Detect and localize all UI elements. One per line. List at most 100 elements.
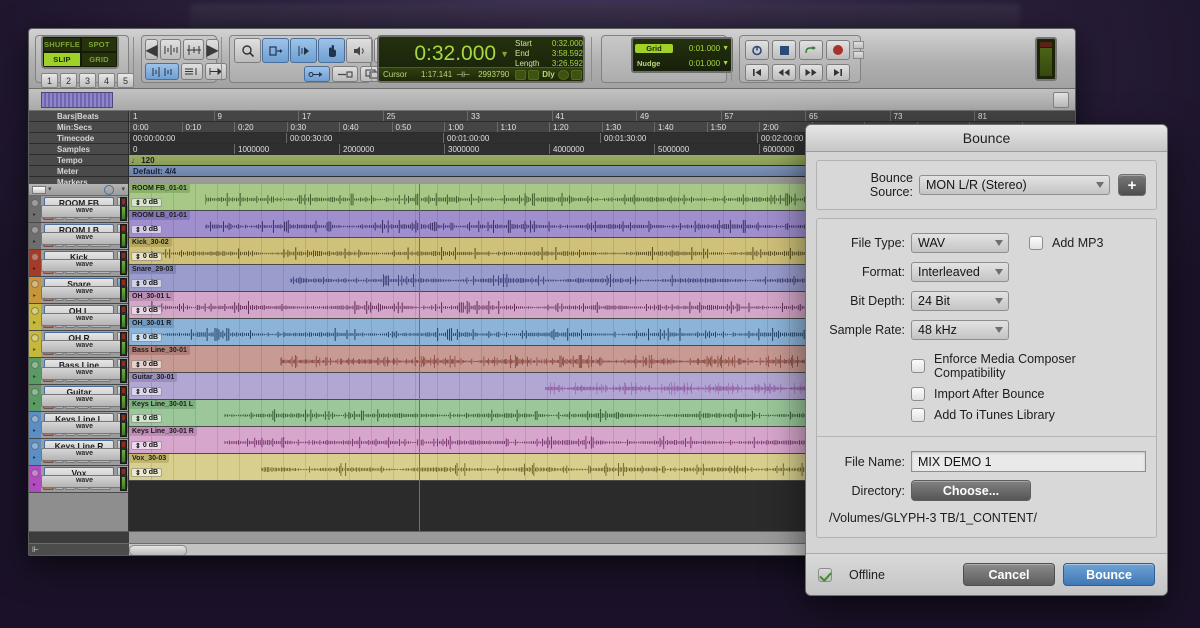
clip-gain-badge[interactable]: ⇕ 0 dB — [131, 387, 163, 396]
import-after-bounce-row[interactable]: Import After Bounce — [911, 387, 1146, 401]
track-control[interactable]: ▸ ROOM LB ▾ I S M wave read — [29, 223, 128, 250]
track-playlist-view-button[interactable]: wave — [41, 340, 128, 353]
track-control[interactable]: ▸ Keys Line R ▾ I S M wave read — [29, 439, 128, 466]
track-color-strip[interactable]: ▸ — [29, 439, 41, 465]
track-record-knob-icon[interactable] — [31, 199, 39, 207]
scroll-left-icon[interactable]: ◀ — [145, 39, 158, 60]
track-record-knob-icon[interactable] — [31, 469, 39, 477]
mode-shuffle[interactable]: SHUFFLE — [43, 37, 81, 52]
scrollbar-resize-icon[interactable]: ⊩ — [32, 545, 39, 554]
track-color-strip[interactable]: ▸ — [29, 250, 41, 276]
transport-option-button-2[interactable] — [853, 51, 864, 59]
track-color-strip[interactable]: ▸ — [29, 196, 41, 222]
transport-go-to-start-button[interactable] — [745, 64, 769, 81]
track-control[interactable]: ▸ Guitar ▾ I S M wave read — [29, 385, 128, 412]
import-after-bounce-checkbox[interactable] — [911, 387, 925, 401]
clip-gain-badge[interactable]: ⇕ 0 dB — [131, 252, 163, 261]
nudge-dropdown-icon[interactable]: ▼ — [722, 60, 729, 67]
transport-go-to-end-button[interactable] — [826, 64, 850, 81]
start-value[interactable]: 0:32.000 — [529, 39, 583, 49]
status-icon-1[interactable] — [570, 69, 582, 80]
track-search-icon[interactable] — [104, 185, 114, 195]
track-control[interactable]: ▸ ROOM FB ▾ I S M wave read — [29, 196, 128, 223]
track-playlist-view-button[interactable]: wave — [41, 394, 128, 407]
track-playlist-view-button[interactable]: wave — [41, 286, 128, 299]
grid-row[interactable]: Grid 0:01.000 ▼ — [635, 41, 729, 56]
track-color-strip[interactable]: ▸ — [29, 331, 41, 357]
transport-return-to-zero-button[interactable] — [745, 40, 769, 60]
mode-spot[interactable]: SPOT — [80, 37, 117, 52]
track-expand-icon[interactable]: ▸ — [33, 319, 36, 326]
mode-grid[interactable]: GRID — [80, 52, 117, 67]
track-playlist-view-button[interactable]: wave — [41, 313, 128, 326]
meter-value[interactable]: Default: 4/4 — [133, 166, 176, 176]
clip-gain-badge[interactable]: ⇕ 0 dB — [131, 306, 163, 315]
zoom-in-waveform-icon[interactable] — [183, 39, 204, 60]
track-expand-icon[interactable]: ▸ — [33, 373, 36, 380]
track-expand-icon[interactable]: ▸ — [33, 265, 36, 272]
zoom-preset-2[interactable]: 2 — [60, 73, 77, 88]
track-control[interactable]: ▸ Kick ▾ I S M wave read — [29, 250, 128, 277]
track-playlist-view-button[interactable]: wave — [41, 421, 128, 434]
track-record-knob-icon[interactable] — [31, 388, 39, 396]
ruler-bars-beats-track[interactable]: 1 9 17 25 33 41 49 57 65 73 81 — [129, 111, 1075, 121]
track-expand-icon[interactable]: ▸ — [33, 346, 36, 353]
enforce-media-composer-row[interactable]: Enforce Media Composer Compatibility — [911, 352, 1146, 380]
status-icon-2[interactable] — [584, 70, 585, 80]
clip-gain-badge[interactable]: ⇕ 0 dB — [131, 360, 163, 369]
transport-record-button[interactable] — [826, 40, 850, 60]
trim-tool-icon[interactable] — [262, 38, 289, 63]
track-color-strip[interactable]: ▸ — [29, 385, 41, 411]
link-edit-play-icon[interactable] — [304, 66, 330, 82]
track-color-strip[interactable]: ▸ — [29, 277, 41, 303]
track-playlist-view-button[interactable]: wave — [41, 475, 128, 488]
offline-checkbox[interactable] — [818, 567, 832, 582]
clip-gain-badge[interactable]: ⇕ 0 dB — [131, 279, 163, 288]
track-color-strip[interactable]: ▸ — [29, 466, 41, 492]
track-playlist-view-button[interactable]: wave — [41, 259, 128, 272]
clip-gain-badge[interactable]: ⇕ 0 dB — [131, 225, 163, 234]
transport-play-button[interactable] — [799, 40, 823, 60]
nudge-row[interactable]: Nudge 0:01.000 ▼ — [635, 56, 729, 71]
scrollbar-thumb[interactable] — [129, 545, 187, 555]
grid-value[interactable]: 0:01.000 — [677, 44, 722, 53]
track-expand-icon[interactable]: ▸ — [33, 211, 36, 218]
cancel-button[interactable]: Cancel — [963, 563, 1055, 586]
clip-gain-badge[interactable]: ⇕ 0 dB — [131, 414, 163, 423]
add-bounce-source-button[interactable]: + — [1118, 174, 1146, 196]
grabber-tool-icon[interactable] — [318, 38, 345, 63]
clip-gain-badge[interactable]: ⇕ 0 dB — [131, 333, 163, 342]
zoom-toggle-button[interactable] — [145, 63, 179, 80]
scroll-right-icon[interactable]: ▶ — [206, 39, 219, 60]
transport-option-button-1[interactable] — [853, 41, 864, 49]
clip-gain-badge[interactable]: ⇕ 0 dB — [131, 441, 163, 450]
track-color-strip[interactable]: ▸ — [29, 358, 41, 384]
clip-gain-badge[interactable]: ⇕ 0 dB — [131, 198, 163, 207]
ruler-bars-beats[interactable]: Bars|Beats 1 9 17 25 33 41 49 57 65 73 81 — [29, 111, 1075, 122]
tempo-value[interactable]: 120 — [141, 156, 154, 165]
track-expand-icon[interactable]: ▸ — [33, 427, 36, 434]
nudge-value[interactable]: 0:01.000 — [677, 59, 722, 68]
trim-display-icon[interactable] — [528, 69, 540, 80]
link-track-edit-icon[interactable] — [332, 66, 358, 82]
track-record-knob-icon[interactable] — [31, 415, 39, 423]
file-type-select[interactable]: WAV — [911, 233, 1009, 253]
bit-depth-select[interactable]: 24 Bit — [911, 291, 1009, 311]
track-height-icon[interactable] — [181, 63, 203, 80]
grid-nudge-display[interactable]: Grid 0:01.000 ▼ Nudge 0:01.000 ▼ — [631, 37, 733, 73]
track-record-knob-icon[interactable] — [31, 280, 39, 288]
track-control[interactable]: ▸ OH R ▾ I S M wave read — [29, 331, 128, 358]
file-name-input[interactable]: MIX DEMO 1 — [911, 451, 1146, 472]
zoomer-tool-icon[interactable] — [234, 38, 261, 63]
track-expand-icon[interactable]: ▸ — [33, 400, 36, 407]
add-to-itunes-checkbox[interactable] — [911, 408, 925, 422]
track-record-knob-icon[interactable] — [31, 307, 39, 315]
choose-directory-button[interactable]: Choose... — [911, 480, 1031, 501]
transport-rewind-button[interactable] — [772, 64, 796, 81]
overview-toggle-button[interactable] — [1053, 92, 1069, 108]
bounce-source-select[interactable]: MON L/R (Stereo) — [919, 175, 1110, 195]
transport-fast-forward-button[interactable] — [799, 64, 823, 81]
track-control[interactable]: ▸ Keys Line L ▾ I S M wave read — [29, 412, 128, 439]
track-expand-icon[interactable]: ▸ — [33, 454, 36, 461]
track-expand-icon[interactable]: ▸ — [33, 481, 36, 488]
